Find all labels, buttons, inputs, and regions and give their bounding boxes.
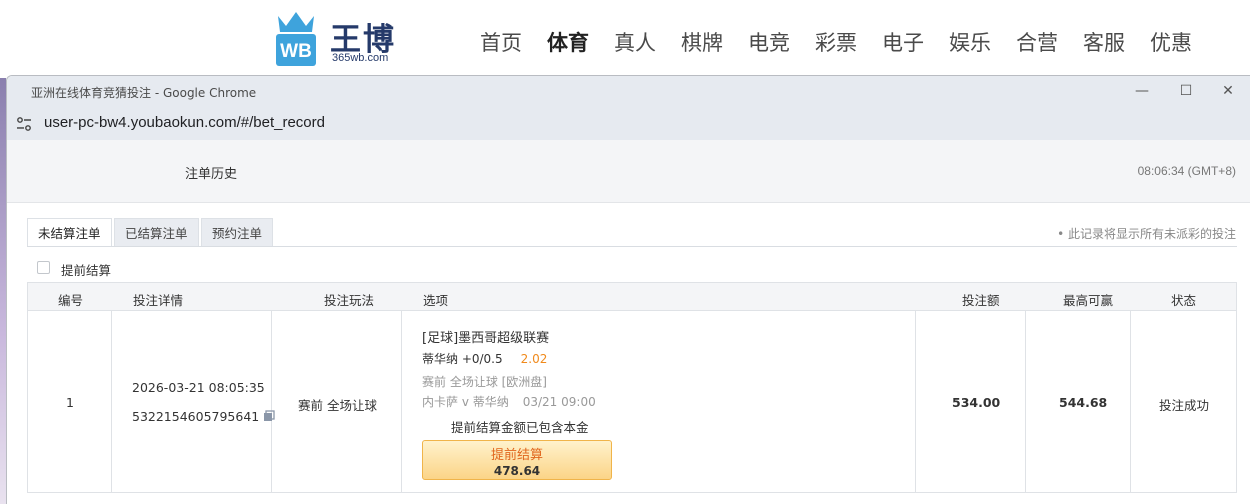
stake-amount: 534.00 bbox=[952, 395, 1001, 410]
window-title: 亚洲在线体育竞猜投注 - Google Chrome bbox=[31, 86, 257, 100]
tabs-divider bbox=[27, 246, 1237, 247]
maximize-icon[interactable]: ☐ bbox=[1164, 80, 1208, 102]
bet-id-cell: 5322154605795641 bbox=[132, 409, 275, 424]
minimize-icon[interactable]: — bbox=[1120, 80, 1164, 102]
tab-unsettled[interactable]: 未结算注单 bbox=[27, 218, 112, 247]
logo-domain: 365wb.com bbox=[332, 52, 389, 64]
early-settle-button[interactable]: 提前结算 478.64 bbox=[422, 440, 612, 480]
nav-item-support[interactable]: 客服 bbox=[1083, 27, 1125, 57]
site-settings-icon[interactable] bbox=[15, 115, 33, 133]
unsettled-note: • 此记录将显示所有未派彩的投注 bbox=[1057, 227, 1236, 241]
bet-play-type: 赛前 全场让球 bbox=[298, 398, 377, 413]
nav-item-home[interactable]: 首页 bbox=[480, 27, 522, 57]
column-divider bbox=[915, 311, 916, 492]
nav-item-cards[interactable]: 棋牌 bbox=[681, 27, 723, 57]
nav-item-slots[interactable]: 电子 bbox=[882, 27, 924, 57]
bet-table: 编号 投注详情 投注玩法 选项 投注额 最高可赢 状态 1 2026-03-21… bbox=[27, 282, 1237, 493]
match-info: 内卡萨 v 蒂华纳 03/21 09:00 bbox=[422, 393, 596, 410]
selection-pick: 蒂华纳 +0/0.5 2.02 bbox=[422, 350, 547, 367]
header-no: 编号 bbox=[58, 293, 84, 308]
early-settle-checkbox[interactable] bbox=[37, 261, 50, 274]
early-settle-amount: 478.64 bbox=[493, 464, 541, 478]
league-name: [足球]墨西哥超级联赛 bbox=[422, 331, 550, 346]
header-max-win: 最高可赢 bbox=[1063, 293, 1114, 308]
nav-item-lottery[interactable]: 彩票 bbox=[815, 27, 857, 57]
pick-text: 蒂华纳 +0/0.5 bbox=[422, 352, 503, 366]
close-icon[interactable]: ✕ bbox=[1206, 80, 1250, 102]
site-header: WB 王博 365wb.com 首页 体育 真人 棋牌 电竞 彩票 电子 娱乐 合营 客服 优惠 bbox=[0, 0, 1250, 78]
header-play: 投注玩法 bbox=[324, 293, 375, 308]
server-clock: 08:06:34 (GMT+8) bbox=[1137, 164, 1236, 178]
table-row: 1 2026-03-21 08:05:35 5322154605795641 赛… bbox=[28, 311, 1236, 492]
site-logo[interactable]: WB 王博 365wb.com bbox=[272, 10, 402, 68]
row-number: 1 bbox=[66, 395, 74, 410]
odds-value: 2.02 bbox=[520, 352, 548, 366]
page-header: 注单历史 08:06:34 (GMT+8) bbox=[7, 140, 1250, 203]
nav-item-live[interactable]: 真人 bbox=[614, 27, 656, 57]
bet-record-page: 注单历史 08:06:34 (GMT+8) 未结算注单 已结算注单 预约注单 •… bbox=[7, 140, 1250, 504]
table-header: 编号 投注详情 投注玩法 选项 投注额 最高可赢 状态 bbox=[28, 283, 1236, 311]
column-divider bbox=[1130, 311, 1131, 492]
header-status: 状态 bbox=[1171, 293, 1197, 308]
browser-title-bar[interactable]: 亚洲在线体育竞猜投注 - Google Chrome — ☐ ✕ bbox=[7, 76, 1250, 107]
early-settle-note: 提前结算金额已包含本金 bbox=[451, 420, 589, 435]
tab-reserved[interactable]: 预约注单 bbox=[201, 218, 274, 247]
nav-item-promotions[interactable]: 优惠 bbox=[1150, 27, 1192, 57]
crown-logo-icon: WB bbox=[276, 12, 316, 66]
header-details: 投注详情 bbox=[133, 293, 184, 308]
page-title: 注单历史 bbox=[185, 167, 238, 182]
nav-item-partner[interactable]: 合营 bbox=[1016, 27, 1058, 57]
tab-settled[interactable]: 已结算注单 bbox=[114, 218, 199, 247]
address-bar[interactable]: user-pc-bw4.youbaokun.com/#/bet_record bbox=[7, 107, 1250, 140]
nav-item-sports[interactable]: 体育 bbox=[547, 27, 589, 57]
max-win-amount: 544.68 bbox=[1059, 395, 1108, 410]
status-text: 投注成功 bbox=[1159, 398, 1210, 413]
header-selection: 选项 bbox=[423, 293, 449, 308]
svg-text:WB: WB bbox=[280, 41, 312, 62]
early-settle-label: 提前结算 bbox=[61, 263, 112, 278]
copy-icon[interactable] bbox=[263, 410, 275, 422]
browser-window: 亚洲在线体育竞猜投注 - Google Chrome — ☐ ✕ user-pc… bbox=[6, 75, 1250, 504]
nav-item-esports[interactable]: 电竞 bbox=[748, 27, 790, 57]
site-nav: 首页 体育 真人 棋牌 电竞 彩票 电子 娱乐 合营 客服 优惠 bbox=[480, 27, 1217, 57]
column-divider bbox=[401, 311, 402, 492]
column-divider bbox=[1025, 311, 1026, 492]
bet-id: 5322154605795641 bbox=[132, 409, 260, 424]
column-divider bbox=[271, 311, 272, 492]
header-stake: 投注额 bbox=[962, 293, 1000, 308]
match-teams: 内卡萨 v 蒂华纳 bbox=[422, 395, 509, 409]
column-divider bbox=[111, 311, 112, 492]
market-info: 赛前 全场让球 [欧洲盘] bbox=[422, 375, 547, 389]
early-settle-button-label: 提前结算 bbox=[490, 448, 543, 463]
nav-item-entertainment[interactable]: 娱乐 bbox=[949, 27, 991, 57]
match-time: 03/21 09:00 bbox=[522, 395, 596, 409]
bet-datetime: 2026-03-21 08:05:35 bbox=[132, 380, 265, 395]
url-text[interactable]: user-pc-bw4.youbaokun.com/#/bet_record bbox=[44, 114, 325, 131]
